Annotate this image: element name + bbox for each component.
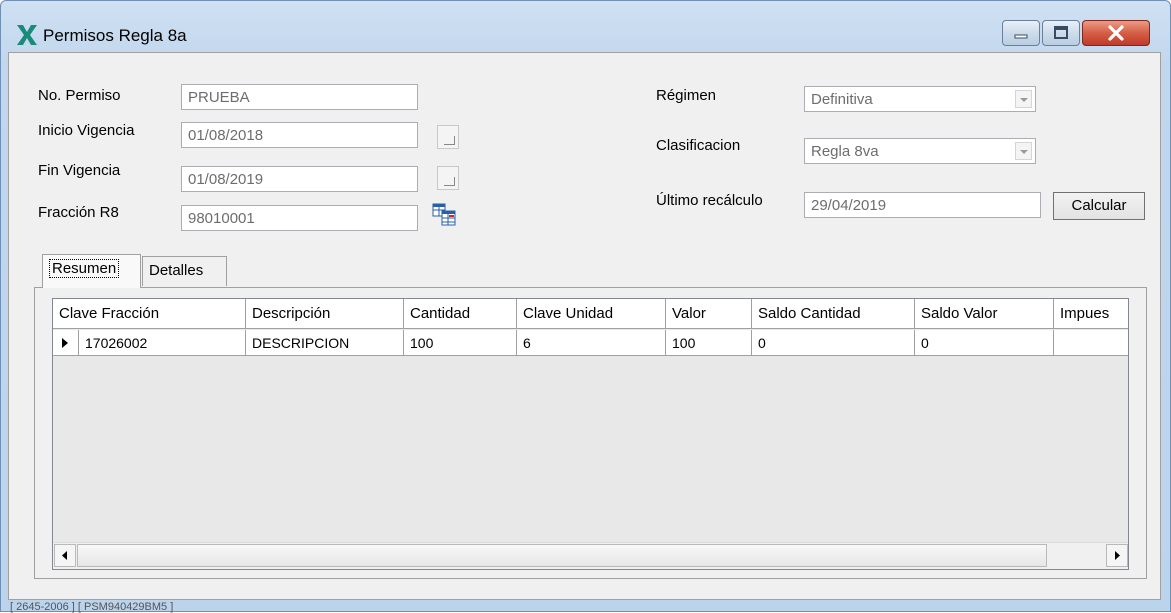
no-permiso-field[interactable]: PRUEBA — [181, 84, 418, 110]
tab-detalles[interactable]: Detalles — [142, 256, 227, 286]
table-cell[interactable]: 0 — [752, 330, 915, 356]
horizontal-scrollbar[interactable] — [53, 542, 1128, 569]
clasificacion-select[interactable]: Regla 8va — [804, 138, 1036, 164]
table-cell[interactable]: 100 — [666, 330, 752, 356]
maximize-icon — [1054, 26, 1068, 39]
minimize-button[interactable] — [1002, 20, 1040, 46]
table-cell[interactable]: DESCRIPCION — [246, 330, 404, 356]
regimen-value: Definitiva — [811, 91, 873, 108]
calcular-button[interactable]: Calcular — [1053, 192, 1145, 220]
fraccion-label: Fracción R8 — [38, 204, 119, 221]
regimen-select[interactable]: Definitiva — [804, 86, 1036, 112]
inicio-vigencia-field[interactable]: 01/08/2018 — [181, 122, 418, 148]
clasificacion-value: Regla 8va — [811, 143, 879, 160]
data-grid[interactable]: Clave Fracción Descripción Cantidad Clav… — [52, 298, 1129, 570]
scrollbar-thumb[interactable] — [77, 544, 1047, 567]
arrow-left-icon — [62, 551, 67, 560]
maximize-button[interactable] — [1042, 20, 1080, 46]
column-header-descripcion[interactable]: Descripción — [246, 299, 404, 329]
table-cell[interactable]: 17026002 — [79, 330, 246, 356]
column-header-saldo-cantidad[interactable]: Saldo Cantidad — [752, 299, 915, 329]
column-header-cantidad[interactable]: Cantidad — [404, 299, 517, 329]
fin-date-picker-button[interactable] — [437, 166, 459, 190]
minimize-icon — [1014, 34, 1028, 39]
regimen-label: Régimen — [656, 87, 717, 104]
column-header-valor[interactable]: Valor — [666, 299, 752, 329]
clasificacion-label: Clasificacion — [656, 137, 741, 154]
inicio-vigencia-label: Inicio Vigencia — [38, 122, 135, 139]
inicio-date-picker-button[interactable] — [437, 125, 459, 149]
fin-vigencia-label: Fin Vigencia — [38, 162, 121, 179]
fin-vigencia-field[interactable]: 01/08/2019 — [181, 166, 418, 192]
tab-resumen[interactable]: Resumen — [42, 254, 141, 288]
scroll-right-button[interactable] — [1106, 544, 1128, 567]
column-header-clave-unidad[interactable]: Clave Unidad — [517, 299, 666, 329]
column-header-clave-fraccion[interactable]: Clave Fracción — [53, 299, 246, 329]
chevron-down-icon[interactable] — [1015, 142, 1032, 160]
arrow-right-icon — [1115, 551, 1120, 560]
table-cell[interactable]: 6 — [517, 330, 666, 356]
ultimo-recalculo-field[interactable]: 29/04/2019 — [804, 192, 1041, 218]
x-logo-icon — [17, 25, 37, 45]
status-bar-text: [ 2645-2006 ] [ PSM940429BM5 ] — [10, 601, 174, 613]
title-bar[interactable]: Permisos Regla 8a — [1, 1, 1170, 53]
column-header-impuesto[interactable]: Impues — [1054, 299, 1128, 329]
window-title: Permisos Regla 8a — [43, 26, 187, 45]
chevron-down-icon[interactable] — [1015, 90, 1032, 108]
column-header-saldo-valor[interactable]: Saldo Valor — [915, 299, 1054, 329]
table-cell[interactable] — [1054, 330, 1128, 356]
close-button[interactable] — [1082, 20, 1150, 46]
current-row-indicator-icon[interactable] — [53, 330, 79, 356]
fraccion-field[interactable]: 98010001 — [181, 205, 418, 231]
ultimo-recalculo-label: Último recálculo — [656, 192, 763, 209]
scroll-left-button[interactable] — [54, 544, 76, 567]
lookup-table-icon[interactable] — [432, 201, 456, 227]
table-cell[interactable]: 0 — [915, 330, 1054, 356]
table-cell[interactable]: 100 — [404, 330, 517, 356]
close-icon — [1108, 25, 1124, 41]
no-permiso-label: No. Permiso — [38, 87, 121, 104]
